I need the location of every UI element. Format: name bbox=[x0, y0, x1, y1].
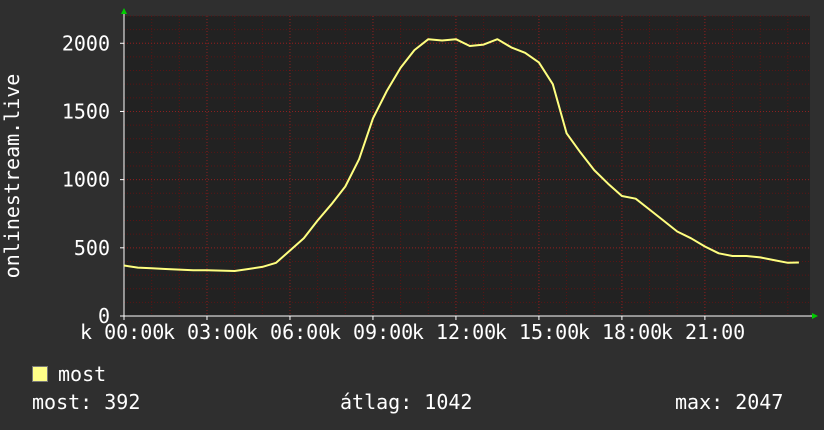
y-axis-title: onlinestream.live bbox=[0, 74, 24, 279]
x-tick-label: k 00:00 bbox=[80, 320, 164, 344]
x-tick-label: k 12:00 bbox=[412, 320, 496, 344]
x-tick-label: k 09:00 bbox=[329, 320, 413, 344]
stat-average: átlag: 1042 bbox=[340, 390, 473, 414]
y-tick-label: 1000 bbox=[62, 168, 110, 192]
legend: most bbox=[32, 362, 106, 386]
stat-current: most: 392 bbox=[32, 390, 141, 414]
x-tick-label: k 03:00 bbox=[163, 320, 247, 344]
x-tick-label: k 15:00 bbox=[495, 320, 579, 344]
y-axis-arrow-icon bbox=[121, 8, 127, 14]
chart-panel: 0 500 1000 1500 2000 k 00:00 k 03:00 k 06:00 k 0… bbox=[0, 0, 824, 430]
legend-swatch bbox=[32, 366, 48, 382]
x-axis-arrow-icon bbox=[812, 313, 818, 319]
x-tick-label: k 21:00 bbox=[661, 320, 745, 344]
x-tick-label: k 06:00 bbox=[246, 320, 330, 344]
legend-label: most bbox=[58, 362, 107, 386]
y-tick-label: 2000 bbox=[62, 31, 110, 55]
stat-maximum: max: 2047 bbox=[675, 390, 784, 414]
y-tick-label: 1500 bbox=[62, 99, 110, 123]
chart: 0500100015002000k 00:00k 03:00k 06:00k 0… bbox=[0, 8, 818, 344]
y-tick-label: 500 bbox=[74, 236, 110, 260]
x-tick-label: k 18:00 bbox=[578, 320, 662, 344]
